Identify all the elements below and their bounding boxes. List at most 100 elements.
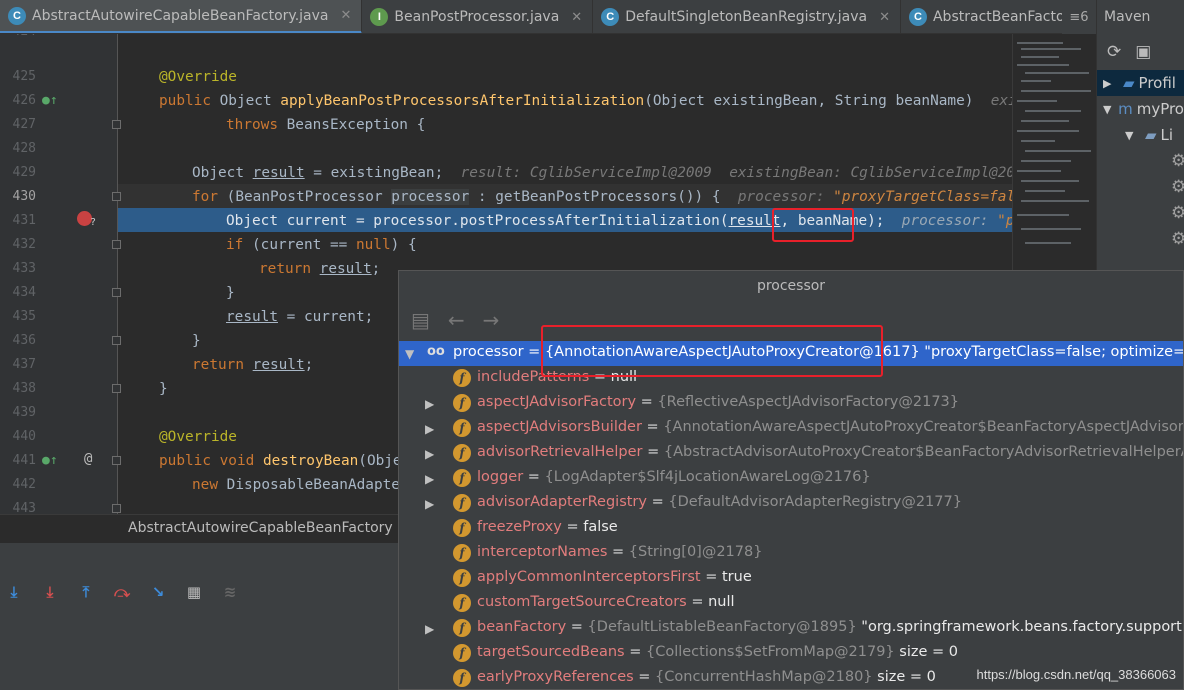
variable-entry: beanFactory = {DefaultListableBeanFactor… [477, 619, 1184, 635]
tree-row[interactable]: f applyCommonInterceptorsFirst = true [399, 566, 1183, 591]
equals-sign: = [700, 569, 722, 585]
maven-profiles[interactable]: ▶ ▰ Profil [1097, 70, 1184, 96]
tree-row[interactable]: ▶ f logger = {LogAdapter$Slf4jLocationAwar… [399, 466, 1183, 491]
variable-name: logger [477, 469, 524, 485]
collapse-icon[interactable]: ▼ [1097, 129, 1145, 142]
line-number: 439 [12, 405, 36, 420]
expand-icon[interactable]: ▶ [425, 497, 434, 511]
method-name: destroyBean [262, 453, 359, 469]
tree-row[interactable]: f targetSourcedBeans = {Collections$SetFr… [399, 641, 1183, 666]
tab-default-singleton[interactable]: C DefaultSingletonBeanRegistry.java ✕ [593, 0, 901, 33]
refresh-icon[interactable]: ⟳ [1107, 42, 1121, 62]
breadcrumb[interactable]: AbstractAutowireCapableBeanFactory› [0, 514, 408, 542]
tab-label: BeanPostProcessor.java [394, 9, 560, 25]
step-over-icon[interactable]: ⤓ [4, 582, 24, 602]
inline-hint-value: "prox [997, 213, 1012, 229]
tree-row[interactable]: ▶ f aspectJAdvisorsBuilder = {AnnotationAw… [399, 416, 1183, 441]
code-text: Object current = processor.postProcessAf… [226, 213, 729, 229]
maven-project[interactable]: ▼ m myPro [1097, 96, 1184, 122]
gear-icon[interactable]: ⚙ [1097, 200, 1184, 226]
inline-hint-value: CglibServiceImpl@2009 [850, 165, 1012, 181]
expand-icon[interactable]: ▶ [425, 447, 434, 461]
close-icon[interactable]: ✕ [340, 8, 351, 23]
code-line: if (current == null) { [226, 233, 417, 257]
object-reference: {LogAdapter$Slf4jLocationAwareLog@2176} [544, 469, 871, 485]
step-into-icon[interactable]: ⤓ [40, 582, 60, 602]
inline-hint-value: CglibServiceImpl@2009 [529, 165, 712, 181]
gear-icon[interactable]: ⚙ [1097, 226, 1184, 252]
fold-marker[interactable] [112, 336, 121, 345]
breadcrumb-item[interactable]: AbstractAutowireCapableBeanFactory [128, 520, 393, 536]
back-arrow-icon[interactable]: ← [448, 308, 465, 332]
code-text: ; [304, 357, 314, 373]
variable: processor [391, 189, 470, 205]
collapse-icon[interactable]: ▼ [1097, 103, 1118, 116]
step-out-icon[interactable]: ⤒ [76, 582, 96, 602]
add-maven-project-icon[interactable]: ▣ [1135, 42, 1151, 62]
fold-marker[interactable] [112, 384, 121, 393]
object-reference: {DefaultListableBeanFactory@1895} [587, 619, 857, 635]
close-icon[interactable]: ✕ [879, 10, 890, 25]
variable-name: targetSourcedBeans [477, 644, 625, 660]
tree-row[interactable]: ▶ f aspectJAdvisorFactory = {ReflectiveAsp… [399, 391, 1183, 416]
maven-lifecycle[interactable]: ▼ ▰ Li [1097, 122, 1184, 148]
variable-entry: aspectJAdvisorFactory = {ReflectiveAspec… [477, 394, 959, 410]
line-number: 435 [12, 309, 36, 324]
evaluate-expression-icon[interactable]: ▦ [184, 582, 204, 602]
line-number: 431 [12, 213, 36, 228]
implements-icon[interactable]: ●↑ [42, 453, 58, 468]
keyword: public [159, 93, 211, 109]
trace-icon[interactable]: ≋ [220, 582, 240, 602]
fold-marker[interactable] [112, 192, 121, 201]
expand-icon[interactable]: ▶ [425, 472, 434, 486]
tab-bean-post-processor[interactable]: I BeanPostProcessor.java ✕ [362, 0, 594, 33]
keyword: throws [226, 117, 278, 133]
tree-row[interactable]: f customTargetSourceCreators = null [399, 591, 1183, 616]
code-line: result = current; [226, 305, 373, 329]
line-number: 442 [12, 477, 36, 492]
tree-row-root[interactable]: ▼ oo processor = {AnnotationAwareAspectJAu… [399, 341, 1183, 366]
code-minimap[interactable]: ✔ [1012, 34, 1096, 270]
inline-hint: processor: [737, 189, 834, 205]
gear-icon[interactable]: ⚙ [1097, 174, 1184, 200]
line-number: 427 [12, 117, 36, 132]
tree-row[interactable]: f interceptorNames = {String[0]@2178} [399, 541, 1183, 566]
equals-sign: = [607, 544, 629, 560]
collapse-icon[interactable]: ▼ [405, 347, 414, 361]
tab-overflow-menu[interactable]: ≡6 [1062, 0, 1096, 34]
expand-icon[interactable]: ▶ [425, 622, 434, 636]
tree-row[interactable]: ▶ f advisorAdapterRegistry = {DefaultAdvis… [399, 491, 1183, 516]
tree-row[interactable]: ▶ f beanFactory = {DefaultListableBeanFact… [399, 616, 1184, 641]
tree-row[interactable]: f includePatterns = null [399, 366, 1183, 391]
forward-arrow-icon[interactable]: → [483, 308, 500, 332]
copy-icon[interactable]: ▤ [411, 308, 430, 332]
field-icon: f [453, 469, 471, 487]
implements-icon[interactable]: ●↑ [42, 93, 58, 108]
code-text: ) { [390, 237, 417, 253]
expand-icon[interactable]: ▶ [425, 422, 434, 436]
variable-value: "org.springframework.beans.factory.suppo… [856, 619, 1184, 635]
expand-icon[interactable]: ▶ [1097, 77, 1123, 90]
tree-row[interactable]: ▶ f advisorRetrievalHelper = {AbstractAdvi… [399, 441, 1183, 466]
fold-marker[interactable] [112, 240, 121, 249]
run-to-cursor-icon[interactable]: ↘ [148, 582, 168, 602]
code-text: = current; [277, 309, 374, 325]
equals-sign: = [642, 444, 664, 460]
fold-marker[interactable] [112, 120, 121, 129]
close-icon[interactable]: ✕ [571, 10, 582, 25]
fold-marker[interactable] [112, 504, 121, 513]
fold-marker[interactable] [112, 456, 121, 465]
tab-abstract-autowire[interactable]: C AbstractAutowireCapableBeanFactory.jav… [0, 0, 363, 33]
object-reference: {Collections$SetFromMap@2179} [645, 644, 895, 660]
gear-icon[interactable]: ⚙ [1097, 148, 1184, 174]
tree-row[interactable]: f freezeProxy = false [399, 516, 1183, 541]
class-icon: C [8, 6, 26, 25]
expand-icon[interactable]: ▶ [425, 397, 434, 411]
drop-frame-icon[interactable]: ⤼ [112, 582, 132, 602]
fold-marker[interactable] [112, 288, 121, 297]
variable-inspector-popup[interactable]: processor ▤ ← → ▼ oo processor = {Annotati… [398, 270, 1184, 690]
variable: result [252, 165, 305, 181]
code-line: public void destroyBean(Objec [159, 449, 410, 473]
code-text: DisposableBeanAdapter [218, 477, 409, 493]
